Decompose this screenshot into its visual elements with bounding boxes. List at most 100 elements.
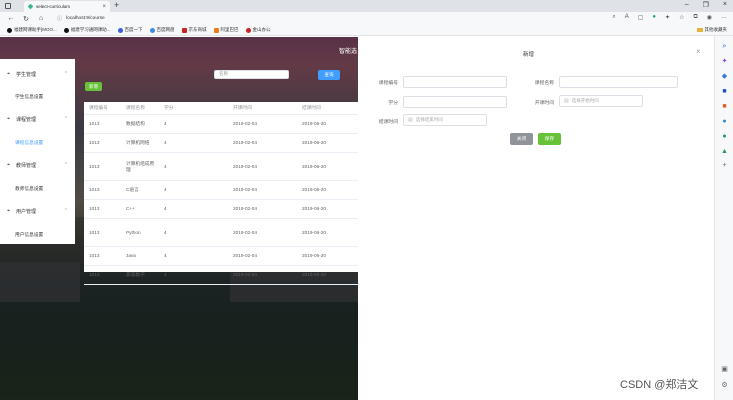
favorites-icon[interactable]: ☆: [679, 14, 684, 21]
table-row[interactable]: 1013 计算机组成原理 4 2019-02-04 2019-06-20: [84, 153, 358, 181]
table-cell: 1013: [89, 206, 100, 211]
table-cell: 2019-06-20: [302, 163, 326, 169]
menu-group-students[interactable]: ⌖ 学生管理 ⌃: [0, 65, 75, 83]
table-cell: 2019-02-04: [233, 187, 257, 192]
add-icon[interactable]: +: [721, 162, 728, 169]
tag-icon[interactable]: ◆: [721, 73, 728, 80]
wps-icon: [245, 27, 251, 33]
table-cell: 2019-02-04: [233, 229, 257, 235]
table-cell: 数据结构: [126, 121, 145, 126]
sidebar-item-user-info[interactable]: 用户信息设置: [15, 232, 43, 238]
tools-icon[interactable]: ■: [721, 88, 728, 95]
bookmark-icon: [7, 27, 12, 33]
save-button[interactable]: 保存: [538, 133, 561, 145]
table-cell: 2019-06-20: [302, 272, 326, 277]
office-icon[interactable]: ■: [721, 103, 728, 110]
bookmark-item[interactable]: 福建网课助手[MOO...: [7, 27, 57, 33]
system-title: 智能选: [339, 49, 358, 55]
home-icon[interactable]: ⌂: [37, 15, 45, 22]
search-button[interactable]: 查询: [318, 70, 340, 80]
chevron-up-icon: ⌃: [63, 71, 68, 77]
add-button[interactable]: 新增: [85, 82, 102, 91]
column-header: 课程编号: [89, 105, 108, 110]
sparkle-icon[interactable]: ✦: [721, 58, 728, 65]
bookmark-item[interactable]: 百度一下: [117, 27, 143, 33]
minimize-icon[interactable]: –: [685, 1, 689, 9]
table-cell: C++: [126, 206, 135, 211]
info-icon: ⓘ: [57, 16, 63, 22]
calendar-icon: ▤: [408, 117, 413, 123]
settings-icon[interactable]: ⚙: [721, 382, 728, 389]
bookmark-item[interactable]: 阿里巴巴: [213, 27, 239, 33]
watermark: CSDN @郑洁文: [620, 379, 699, 391]
bookmark-item[interactable]: 金山办公: [245, 27, 271, 33]
profile-icon[interactable]: ◉: [707, 14, 712, 21]
extension-icon[interactable]: ●: [652, 14, 656, 21]
jd-icon: [181, 27, 187, 33]
browser-titlebar: select-curriculum × + – ❐ ×: [0, 0, 733, 12]
close-button[interactable]: 关闭: [510, 133, 533, 145]
sidebar-item-teacher-info[interactable]: 教师信息设置: [15, 186, 43, 192]
search-icon[interactable]: ⌕: [721, 43, 728, 50]
dialog-close-icon[interactable]: ×: [696, 47, 701, 56]
course-no-input[interactable]: [403, 76, 507, 88]
table-cell: 2019-06-20: [302, 140, 326, 145]
table-cell: Java: [126, 253, 136, 258]
tree-icon[interactable]: ▲: [721, 148, 728, 155]
sidebar-item-student-info[interactable]: 学生信息设置: [15, 94, 43, 100]
course-no-label: 课程编号: [378, 81, 398, 86]
collections-icon[interactable]: ⧉: [693, 14, 697, 21]
chevron-up-icon: ⌃: [63, 162, 68, 168]
course-name-input[interactable]: [559, 76, 678, 88]
table-cell: 2019-06-20: [302, 187, 326, 192]
menu-group-courses[interactable]: ⌖ 课程管理 ⌃: [0, 110, 75, 128]
reading-icon[interactable]: ▢: [638, 14, 644, 21]
bookmark-item[interactable]: 福建学习通网课助...: [63, 27, 111, 33]
games-icon[interactable]: ●: [721, 133, 728, 140]
back-icon[interactable]: ←: [7, 15, 15, 22]
location-icon: ⌖: [7, 207, 11, 214]
window-menu-icon[interactable]: [5, 3, 11, 9]
column-header: 结课时间: [302, 105, 321, 110]
browser-tab[interactable]: select-curriculum ×: [24, 1, 110, 12]
outlook-icon[interactable]: ●: [721, 118, 728, 125]
page: 智能选 ⌖ 学生管理 ⌃ 学生信息设置 ⌖ 课程管理 ⌃ 课程信息设置 ⌖ 教师…: [0, 37, 714, 400]
sidebar-item-course-info[interactable]: 课程信息设置: [15, 140, 43, 146]
table-cell: 1013: [89, 253, 100, 258]
table-row[interactable]: 1013 计算机网络 4 2019-02-04 2019-06-20: [84, 134, 358, 153]
start-time-picker[interactable]: ▤ 选择开始时间: [559, 95, 643, 107]
extensions-icon[interactable]: ✦: [665, 14, 670, 21]
end-time-picker[interactable]: ▤ 选择结束时间: [403, 114, 487, 126]
bookmarks-bar: 福建网课助手[MOO... 福建学习通网课助... 百度一下 百度网盘 京东商城…: [0, 25, 733, 36]
table-row[interactable]: 1013 高等数学 4 2019-02-04 2019-06-20: [84, 266, 358, 285]
url-input[interactable]: ⓘ localhost:9/course: [51, 14, 611, 23]
window-close-icon[interactable]: ×: [723, 1, 727, 9]
start-time-label: 开课时间: [534, 101, 554, 106]
table-cell: 1013: [89, 272, 100, 277]
course-table: 课程编号 课程名称 学分 开课时间 结课时间 1013 数据结构 4 2019-02-…: [84, 102, 358, 285]
zoom-icon[interactable]: ⌕: [612, 14, 615, 21]
credit-input[interactable]: [403, 96, 507, 108]
table-cell: 2019-06-20: [302, 206, 326, 211]
table-row[interactable]: 1013 Java 4 2019-02-04 2019-06-20: [84, 247, 358, 266]
menu-group-teachers[interactable]: ⌖ 教师管理 ⌃: [0, 156, 75, 174]
cloud-icon: [149, 27, 155, 33]
table-row[interactable]: 1013 C++ 4 2019-02-04 2019-06-20: [84, 200, 358, 219]
new-tab-icon[interactable]: +: [114, 0, 119, 10]
table-row[interactable]: 1013 Python 4 2019-02-04 2019-06-20: [84, 219, 358, 247]
bookmark-item[interactable]: 京东商城: [181, 27, 207, 33]
more-icon[interactable]: …: [721, 14, 727, 21]
menu-group-users[interactable]: ⌖ 用户管理 ⌃: [0, 202, 75, 220]
bookmark-item[interactable]: 百度网盘: [149, 27, 175, 33]
tab-close-icon[interactable]: ×: [102, 4, 106, 10]
refresh-icon[interactable]: ↻: [22, 15, 30, 23]
table-row[interactable]: 1013 C语言 4 2019-02-04 2019-06-20: [84, 181, 358, 200]
column-header: 开课时间: [233, 105, 252, 110]
address-bar: ← ↻ ⌂ ⓘ localhost:9/course ⌕ A ▢ ● ✦ ☆ ⧉…: [0, 12, 733, 25]
other-bookmarks[interactable]: 其他收藏夹: [696, 27, 727, 33]
search-input[interactable]: 名称: [214, 70, 289, 79]
table-row[interactable]: 1013 数据结构 4 2019-02-04 2019-06-20: [84, 115, 358, 134]
read-aloud-icon[interactable]: A: [625, 14, 629, 21]
layout-icon[interactable]: ▣: [721, 366, 728, 373]
maximize-icon[interactable]: ❐: [703, 1, 709, 9]
